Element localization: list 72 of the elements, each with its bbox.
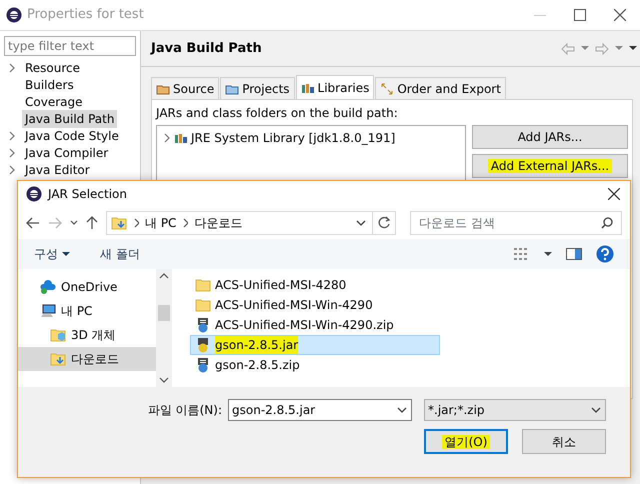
caption-text: JARs and class folders on the build path:: [156, 105, 399, 122]
file-type-select[interactable]: *.jar;*.zip: [424, 399, 606, 421]
computer-icon: [40, 303, 56, 319]
recent-caret-icon[interactable]: [70, 219, 78, 227]
file-item[interactable]: ACS-Unified-MSI-4280: [190, 275, 440, 295]
maximize-icon[interactable]: [574, 9, 586, 21]
folder-icon: [195, 277, 211, 293]
command-button[interactable]: 새 폴더: [100, 245, 140, 263]
tab[interactable]: Source: [151, 77, 220, 99]
zip-file-icon: [195, 317, 211, 333]
dialog-title: JAR Selection: [48, 186, 127, 203]
window-title: Properties for test: [27, 6, 144, 24]
folder-icon: [195, 297, 211, 313]
nav-item[interactable]: 내 PC: [18, 299, 156, 323]
back-arrow-icon[interactable]: [26, 217, 40, 229]
file-name-field[interactable]: gson-2.8.5.jar: [228, 399, 412, 421]
side-button[interactable]: Add External JARs...: [472, 154, 628, 178]
nav-item[interactable]: 다운로드: [18, 347, 156, 371]
tree-item[interactable]: Builders: [22, 76, 77, 94]
tree-item[interactable]: Java Editor: [22, 160, 93, 178]
view-options-icon[interactable]: [514, 247, 530, 261]
download-folder-icon: [111, 215, 127, 231]
tree-item[interactable]: Java Build Path: [22, 110, 118, 128]
tab[interactable]: Order and Export: [375, 77, 506, 99]
preview-pane-icon[interactable]: [566, 248, 582, 260]
file-item[interactable]: gson-2.8.5.jar: [190, 335, 440, 355]
nav-item[interactable]: 3D 개체: [18, 323, 156, 347]
breadcrumb-item[interactable]: 내 PC: [145, 214, 176, 232]
help-icon[interactable]: [596, 245, 614, 263]
file-item[interactable]: ACS-Unified-MSI-Win-4290.zip: [190, 315, 440, 335]
cloud-icon: [40, 279, 56, 295]
caret-icon[interactable]: [544, 251, 552, 257]
filter-field[interactable]: type filter text: [4, 36, 136, 56]
search-field[interactable]: 다운로드 검색: [410, 211, 622, 235]
command-button[interactable]: 구성: [34, 245, 70, 263]
side-button[interactable]: Add JARs...: [472, 125, 628, 149]
caret-icon: [62, 251, 70, 257]
refresh-icon[interactable]: [377, 216, 391, 230]
close-icon[interactable]: [614, 9, 626, 21]
breadcrumb-item[interactable]: 다운로드: [194, 214, 242, 232]
zip-file-icon: [195, 357, 211, 373]
dropdown-caret-icon: [397, 406, 407, 414]
download-folder-icon: [50, 351, 66, 367]
cube-folder-icon: [50, 327, 66, 343]
close-icon[interactable]: [608, 188, 620, 200]
dropdown-caret-icon: [591, 406, 601, 414]
file-item[interactable]: ACS-Unified-MSI-Win-4290: [190, 295, 440, 315]
up-arrow-icon[interactable]: [86, 216, 98, 230]
library-item[interactable]: JRE System Library [jdk1.8.0_191]: [191, 129, 396, 147]
arrows-icon: [380, 82, 394, 96]
dialog-button[interactable]: 취소: [522, 429, 606, 454]
tree-item[interactable]: Coverage: [22, 92, 86, 110]
books-icon: [174, 131, 188, 145]
tree-item[interactable]: Java Compiler: [22, 144, 112, 162]
app-icon: [6, 7, 22, 23]
scroll-down-icon[interactable]: [159, 377, 169, 383]
dropdown-caret-icon[interactable]: [356, 219, 366, 227]
search-icon: [601, 217, 613, 229]
tree-item[interactable]: Java Code Style: [22, 126, 122, 144]
tab[interactable]: Projects: [220, 77, 295, 99]
file-name-label: 파일 이름(N):: [148, 402, 222, 419]
jar-file-icon: [195, 337, 211, 353]
page-title: Java Build Path: [151, 40, 262, 58]
address-bar[interactable]: 내 PC 다운로드: [106, 211, 396, 235]
file-item[interactable]: gson-2.8.5.zip: [190, 355, 440, 375]
app-icon: [26, 186, 42, 202]
nav-item[interactable]: OneDrive: [18, 275, 156, 299]
tab[interactable]: Libraries: [296, 75, 374, 99]
dialog-button[interactable]: 열기(O): [424, 429, 508, 454]
scroll-up-icon[interactable]: [159, 273, 169, 279]
tree-item[interactable]: Resource: [22, 58, 84, 76]
scrollbar-thumb[interactable]: [158, 305, 170, 321]
